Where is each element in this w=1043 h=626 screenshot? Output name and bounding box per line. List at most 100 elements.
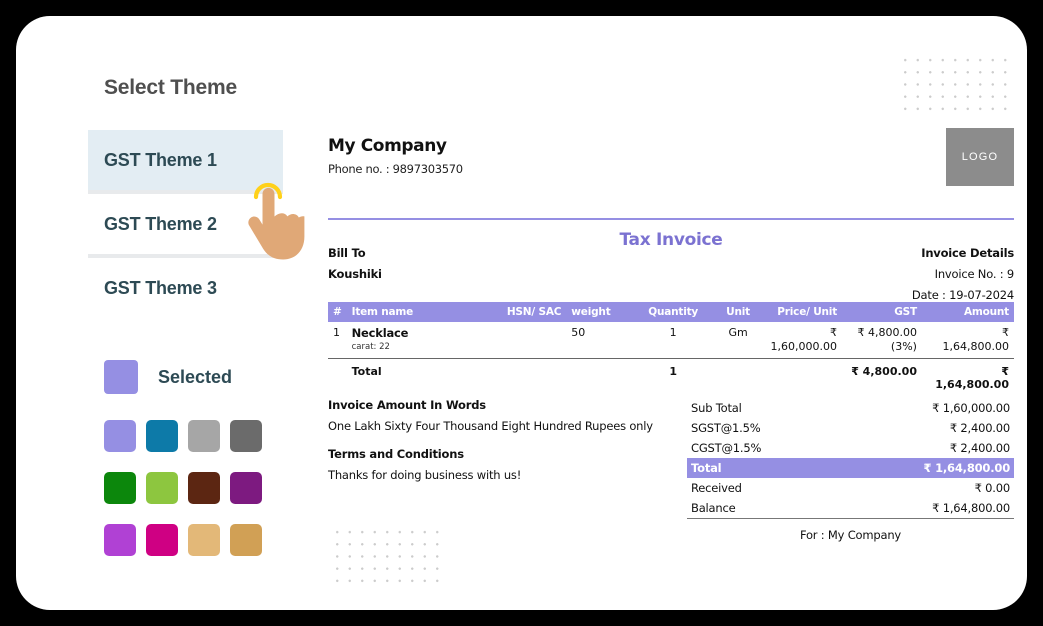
palette-cell bbox=[146, 472, 188, 524]
theme-list-item-label: GST Theme 1 bbox=[104, 149, 217, 170]
color-swatch-light-tan[interactable] bbox=[188, 524, 220, 556]
app-card: Select Theme GST Theme 1 GST Theme 2 GST… bbox=[16, 16, 1027, 610]
total-amount: ₹ 1,64,800.00 bbox=[922, 358, 1014, 399]
cell-empty bbox=[760, 358, 842, 399]
cell-item-name: Necklace carat: 22 bbox=[346, 322, 487, 359]
palette-cell bbox=[230, 472, 272, 524]
cell-weight: 50 bbox=[566, 322, 631, 359]
color-palette-grid bbox=[104, 420, 308, 576]
palette-cell bbox=[146, 524, 188, 576]
color-swatch-light-gray[interactable] bbox=[188, 420, 220, 452]
color-swatch-orchid[interactable] bbox=[104, 524, 136, 556]
summary-row-amount: ₹ 2,400.00 bbox=[949, 421, 1010, 435]
th-gst: GST bbox=[842, 302, 922, 322]
items-table-body: 1 Necklace carat: 22 50 1 Gm ₹ 1,60,000.… bbox=[328, 322, 1014, 399]
cell-empty bbox=[566, 358, 630, 399]
company-phone: Phone no. : 9897303570 bbox=[328, 162, 463, 176]
palette-cell bbox=[230, 524, 272, 576]
summary-row: Sub Total ₹ 1,60,000.00 bbox=[687, 398, 1014, 418]
invoice-details-label: Invoice Details bbox=[921, 246, 1014, 260]
theme-list-item-label: GST Theme 3 bbox=[104, 277, 217, 298]
invoice-header: My Company Phone no. : 9897303570 LOGO bbox=[328, 128, 1014, 196]
summary-row-amount: ₹ 2,400.00 bbox=[949, 441, 1010, 455]
company-logo-placeholder: LOGO bbox=[946, 128, 1014, 186]
cell-price-per-unit: ₹ 1,60,000.00 bbox=[760, 322, 843, 359]
summary-body: Sub Total ₹ 1,60,000.00 SGST@1.5% ₹ 2,400.0… bbox=[687, 398, 1014, 519]
cell-amount: ₹ 1,64,800.00 bbox=[921, 322, 1014, 359]
color-swatch-teal-blue[interactable] bbox=[146, 420, 178, 452]
summary-row: Received ₹ 0.00 bbox=[687, 478, 1014, 498]
cell-empty bbox=[328, 358, 347, 399]
summary-row-label: Received bbox=[691, 481, 742, 495]
summary-row-label: Sub Total bbox=[691, 401, 742, 415]
invoice-items-table: # Item name HSN/ SAC weight Quantity Uni… bbox=[328, 302, 1014, 399]
total-label: Total bbox=[351, 364, 382, 378]
summary-row-label: SGST@1.5% bbox=[691, 421, 761, 435]
summary-row-label: Balance bbox=[687, 498, 836, 519]
header-divider bbox=[328, 218, 1014, 220]
palette-cell bbox=[230, 420, 272, 472]
signature-line: For : My Company bbox=[799, 528, 902, 542]
summary-row: CGST@1.5% ₹ 2,400.00 bbox=[687, 438, 1014, 458]
color-swatch-magenta[interactable] bbox=[146, 524, 178, 556]
color-swatch-dark-gray[interactable] bbox=[230, 420, 262, 452]
palette-cell bbox=[146, 420, 188, 472]
bill-to-label: Bill To bbox=[328, 246, 366, 260]
palette-cell bbox=[104, 472, 146, 524]
total-quantity: 1 bbox=[669, 364, 677, 378]
amount-value: 1,64,800.00 bbox=[942, 339, 1009, 353]
dot-grid-decoration-icon bbox=[328, 522, 440, 586]
th-sno: # bbox=[328, 302, 347, 322]
amount-in-words-text: One Lakh Sixty Four Thousand Eight Hundr… bbox=[328, 419, 653, 433]
summary-row-label: CGST@1.5% bbox=[691, 441, 762, 455]
color-swatch-tan[interactable] bbox=[230, 524, 262, 556]
th-hsn: HSN/ SAC bbox=[486, 302, 567, 322]
company-name: My Company bbox=[328, 136, 447, 156]
item-subtitle-text: carat: 22 bbox=[351, 342, 390, 352]
price-value: 1,60,000.00 bbox=[770, 339, 838, 353]
color-swatch-periwinkle[interactable] bbox=[104, 420, 136, 452]
summary-row-amount: ₹ 1,60,000.00 bbox=[932, 401, 1010, 415]
cell-gst: ₹ 4,800.00 (3%) bbox=[842, 322, 922, 359]
gst-value: ₹ 4,800.00 bbox=[857, 326, 917, 339]
summary-row-amount: ₹ 0.00 bbox=[974, 481, 1011, 495]
total-gst: ₹ 4,800.00 bbox=[851, 364, 917, 378]
bill-to-block: Bill To Koushiki bbox=[328, 246, 382, 281]
terms-text: Thanks for doing business with us! bbox=[328, 468, 522, 482]
invoice-number: Invoice No. : 9 bbox=[934, 267, 1015, 281]
palette-cell bbox=[188, 420, 230, 472]
color-swatch-purple[interactable] bbox=[230, 472, 262, 504]
theme-list-item-label: GST Theme 2 bbox=[104, 213, 217, 234]
price-currency: ₹ bbox=[830, 326, 838, 339]
th-price: Price/ Unit bbox=[760, 302, 843, 322]
invoice-details-block: Invoice Details Invoice No. : 9 Date : 1… bbox=[912, 246, 1014, 302]
color-swatch-lime-green[interactable] bbox=[146, 472, 178, 504]
total-amount-value: 1,64,800.00 bbox=[935, 378, 1009, 392]
theme-list-item-gst-theme-2[interactable]: GST Theme 2 bbox=[88, 194, 283, 254]
dot-grid-decoration-icon bbox=[896, 50, 1008, 114]
cell-empty bbox=[486, 358, 566, 399]
summary-row: Total ₹ 1,64,800.00 bbox=[687, 458, 1014, 478]
summary-row-amount: ₹ 1,64,800.00 bbox=[835, 498, 1014, 519]
amount-in-words-heading: Invoice Amount In Words bbox=[328, 398, 486, 412]
cell-sno: 1 bbox=[328, 322, 347, 359]
selected-color-label: Selected bbox=[158, 366, 233, 387]
summary-row: SGST@1.5% ₹ 2,400.00 bbox=[687, 418, 1014, 438]
th-unit: Unit bbox=[716, 302, 761, 322]
color-swatch-green[interactable] bbox=[104, 472, 136, 504]
theme-list-item-gst-theme-1[interactable]: GST Theme 1 bbox=[88, 130, 283, 190]
invoice-preview: My Company Phone no. : 9897303570 LOGO T… bbox=[321, 40, 1021, 600]
theme-list: GST Theme 1 GST Theme 2 GST Theme 3 bbox=[88, 130, 283, 318]
summary-row: Balance ₹ 1,64,800.00 bbox=[687, 498, 1014, 519]
bill-to-name: Koushiki bbox=[328, 267, 382, 281]
item-name-text: Necklace bbox=[351, 326, 409, 340]
theme-list-item-gst-theme-3[interactable]: GST Theme 3 bbox=[88, 258, 283, 318]
invoice-date: Date : 19-07-2024 bbox=[911, 288, 1014, 302]
color-swatch-dark-brown[interactable] bbox=[188, 472, 220, 504]
summary-row-label: Total bbox=[687, 458, 836, 478]
cell-unit: Gm bbox=[716, 322, 761, 359]
theme-selection-panel: Select Theme GST Theme 1 GST Theme 2 GST… bbox=[88, 60, 308, 590]
total-amount-currency: ₹ bbox=[1001, 364, 1009, 378]
th-itemname: Item name bbox=[346, 302, 487, 322]
